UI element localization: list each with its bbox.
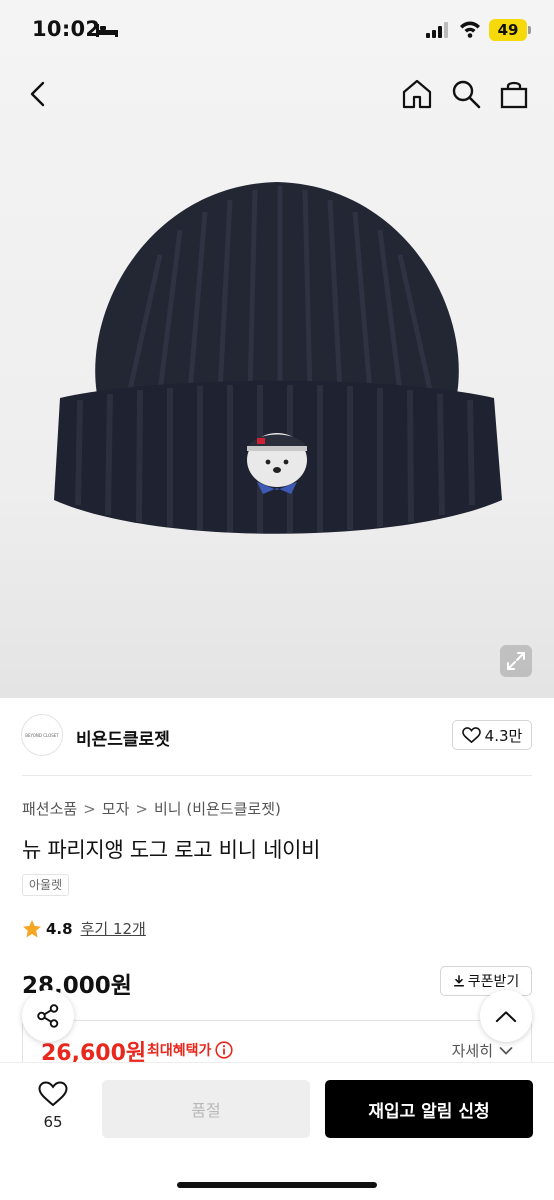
coupon-label: 쿠폰받기 bbox=[467, 974, 520, 990]
signal-icon bbox=[426, 22, 448, 38]
status-time: 10:02 bbox=[32, 17, 101, 41]
max-benefit-label[interactable]: 최대혜택가 bbox=[147, 1040, 234, 1060]
share-button[interactable] bbox=[22, 990, 74, 1042]
brand-row[interactable]: BEYOND CLOSET 비욘드클로젯 4.3만 bbox=[0, 698, 554, 776]
download-icon bbox=[453, 975, 464, 987]
details-label: 자세히 bbox=[451, 1042, 493, 1060]
wish-count: 65 bbox=[43, 1113, 63, 1131]
search-icon[interactable] bbox=[450, 78, 482, 110]
home-icon[interactable] bbox=[400, 78, 434, 110]
chevron-up-icon bbox=[495, 1010, 517, 1022]
coupon-button[interactable]: 쿠폰받기 bbox=[440, 966, 532, 996]
status-bar: 10:02 49 bbox=[0, 0, 554, 60]
brand-like-count: 4.3만 bbox=[484, 726, 523, 745]
brand-logo[interactable]: BEYOND CLOSET bbox=[21, 714, 63, 756]
outlet-tag: 아울렛 bbox=[22, 874, 70, 896]
breadcrumb-separator: > bbox=[83, 799, 96, 818]
info-icon bbox=[215, 1041, 234, 1059]
wifi-icon bbox=[460, 21, 480, 38]
divider bbox=[22, 775, 532, 776]
breadcrumb-separator: > bbox=[135, 799, 148, 818]
back-icon[interactable] bbox=[22, 78, 54, 110]
share-icon bbox=[37, 1004, 59, 1028]
breadcrumb-item-beanie[interactable]: 비니 (비욘드클로젯) bbox=[154, 798, 281, 819]
rating-score: 4.8 bbox=[46, 919, 73, 938]
soldout-button: 품절 bbox=[102, 1080, 310, 1138]
breadcrumb-item-fashion[interactable]: 패션소품 bbox=[22, 798, 77, 819]
heart-icon bbox=[38, 1081, 68, 1107]
product-image bbox=[54, 182, 502, 534]
rating: 4.8 후기 12개 bbox=[22, 918, 146, 939]
details-link[interactable]: 자세히 bbox=[452, 1040, 513, 1061]
battery-level: 49 bbox=[489, 19, 527, 41]
brand-name[interactable]: 비욘드클로젯 bbox=[76, 725, 170, 750]
bag-icon[interactable] bbox=[498, 78, 530, 110]
expand-image-button[interactable] bbox=[500, 645, 532, 677]
brand-like-button[interactable]: 4.3만 bbox=[452, 720, 532, 750]
max-benefit-text: 최대혜택가 bbox=[147, 1043, 212, 1059]
reviews-link[interactable]: 후기 12개 bbox=[81, 918, 146, 939]
restock-alert-button[interactable]: 재입고 알림 신청 bbox=[325, 1080, 533, 1138]
breadcrumb: 패션소품 > 모자 > 비니 (비욘드클로젯) bbox=[22, 798, 281, 819]
bottom-action-bar: 65 품절 재입고 알림 신청 bbox=[0, 1062, 554, 1200]
chevron-down-icon bbox=[499, 1046, 513, 1055]
heart-icon bbox=[461, 726, 481, 743]
home-indicator bbox=[177, 1182, 377, 1188]
bed-icon bbox=[96, 24, 118, 37]
expand-icon bbox=[507, 652, 525, 670]
battery-cap bbox=[528, 26, 531, 34]
product-title: 뉴 파리지앵 도그 로고 비니 네이비 bbox=[22, 838, 321, 862]
breadcrumb-item-hat[interactable]: 모자 bbox=[102, 798, 130, 819]
scroll-top-button[interactable] bbox=[480, 990, 532, 1042]
wishlist-button[interactable]: 65 bbox=[30, 1081, 76, 1131]
star-icon bbox=[23, 919, 41, 937]
